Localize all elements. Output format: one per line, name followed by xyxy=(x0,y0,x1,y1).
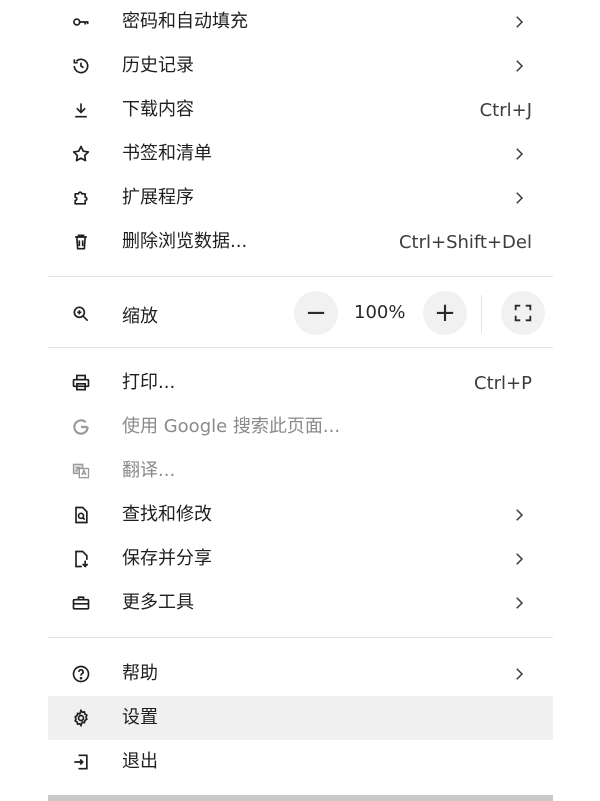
trash-icon xyxy=(70,231,92,253)
menu-item-label: 退出 xyxy=(122,751,158,772)
menu-item-label: 扩展程序 xyxy=(122,187,194,208)
menu-item-label: 下载内容 xyxy=(122,99,194,120)
menu-item-label: 查找和修改 xyxy=(122,504,212,525)
shortcut-text: Ctrl+J xyxy=(479,99,532,121)
chevron-right-icon xyxy=(516,509,524,521)
fullscreen-button[interactable] xyxy=(501,291,545,335)
chevron-right-icon xyxy=(516,597,524,609)
chevron-right-icon xyxy=(516,553,524,565)
help-icon xyxy=(70,663,92,685)
fullscreen-icon xyxy=(514,304,532,322)
menu-item-label: 更多工具 xyxy=(122,592,194,613)
chevron-right-icon xyxy=(516,192,524,204)
menu-item-label: 打印... xyxy=(122,372,176,393)
plus-icon: + xyxy=(434,298,456,328)
menu-item-find-edit[interactable]: 查找和修改 xyxy=(48,493,553,537)
menu-item-label: 使用 Google 搜索此页面... xyxy=(122,416,341,437)
menu-item-label: 历史记录 xyxy=(122,55,194,76)
zoom-label: 缩放 xyxy=(122,306,158,327)
menu-item-passwords[interactable]: 密码和自动填充 xyxy=(48,0,553,44)
shortcut-text: Ctrl+P xyxy=(474,372,532,394)
menu-item-bookmarks[interactable]: 书签和清单 xyxy=(48,132,553,176)
menu-item-label: 删除浏览数据... xyxy=(122,231,248,252)
zoom-in-icon xyxy=(70,303,92,325)
translate-icon xyxy=(70,460,92,482)
google-icon xyxy=(70,416,92,438)
menu-bottom-edge xyxy=(48,795,553,801)
menu-item-help[interactable]: 帮助 xyxy=(48,652,553,696)
shortcut-text: Ctrl+Shift+Del xyxy=(398,231,532,253)
menu-item-more-tools[interactable]: 更多工具 xyxy=(48,581,553,625)
minus-icon: − xyxy=(305,298,327,328)
chevron-right-icon xyxy=(516,60,524,72)
menu-item-translate: 翻译... xyxy=(48,449,553,493)
download-icon xyxy=(70,99,92,121)
star-icon xyxy=(70,143,92,165)
menu-item-search-page-google: 使用 Google 搜索此页面... xyxy=(48,405,553,449)
menu-item-label: 密码和自动填充 xyxy=(122,11,248,32)
chevron-right-icon xyxy=(516,148,524,160)
zoom-row: 缩放 − 100% + xyxy=(48,289,553,339)
chevron-right-icon xyxy=(516,16,524,28)
printer-icon xyxy=(70,372,92,394)
zoom-level: 100% xyxy=(354,302,406,323)
menu-item-label: 书签和清单 xyxy=(122,143,212,164)
menu-item-label: 保存并分享 xyxy=(122,548,212,569)
key-icon xyxy=(70,11,92,33)
save-share-icon xyxy=(70,548,92,570)
menu-item-history[interactable]: 历史记录 xyxy=(48,44,553,88)
menu-item-label: 翻译... xyxy=(122,460,176,481)
exit-icon xyxy=(70,751,92,773)
menu-item-downloads[interactable]: 下载内容 Ctrl+J xyxy=(48,88,553,132)
menu-item-clear-data[interactable]: 删除浏览数据... Ctrl+Shift+Del xyxy=(48,220,553,264)
zoom-separator xyxy=(481,295,482,333)
history-icon xyxy=(70,55,92,77)
menu-item-extensions[interactable]: 扩展程序 xyxy=(48,176,553,220)
chrome-menu: 密码和自动填充 历史记录 下载内容 Ctrl+J 书签和清单 扩展程序 删除浏览… xyxy=(0,0,600,801)
menu-item-settings[interactable]: 设置 xyxy=(48,696,553,740)
toolbox-icon xyxy=(70,592,92,614)
menu-divider xyxy=(48,637,553,638)
menu-item-exit[interactable]: 退出 xyxy=(48,740,553,784)
menu-item-print[interactable]: 打印... Ctrl+P xyxy=(48,361,553,405)
menu-divider xyxy=(48,276,553,277)
puzzle-icon xyxy=(70,187,92,209)
zoom-out-button[interactable]: − xyxy=(294,291,338,335)
find-page-icon xyxy=(70,504,92,526)
menu-divider xyxy=(48,347,553,348)
menu-item-save-share[interactable]: 保存并分享 xyxy=(48,537,553,581)
settings-icon xyxy=(70,707,92,729)
menu-item-label: 帮助 xyxy=(122,663,158,684)
chevron-right-icon xyxy=(516,668,524,680)
menu-item-label: 设置 xyxy=(122,707,158,728)
zoom-in-button[interactable]: + xyxy=(423,291,467,335)
